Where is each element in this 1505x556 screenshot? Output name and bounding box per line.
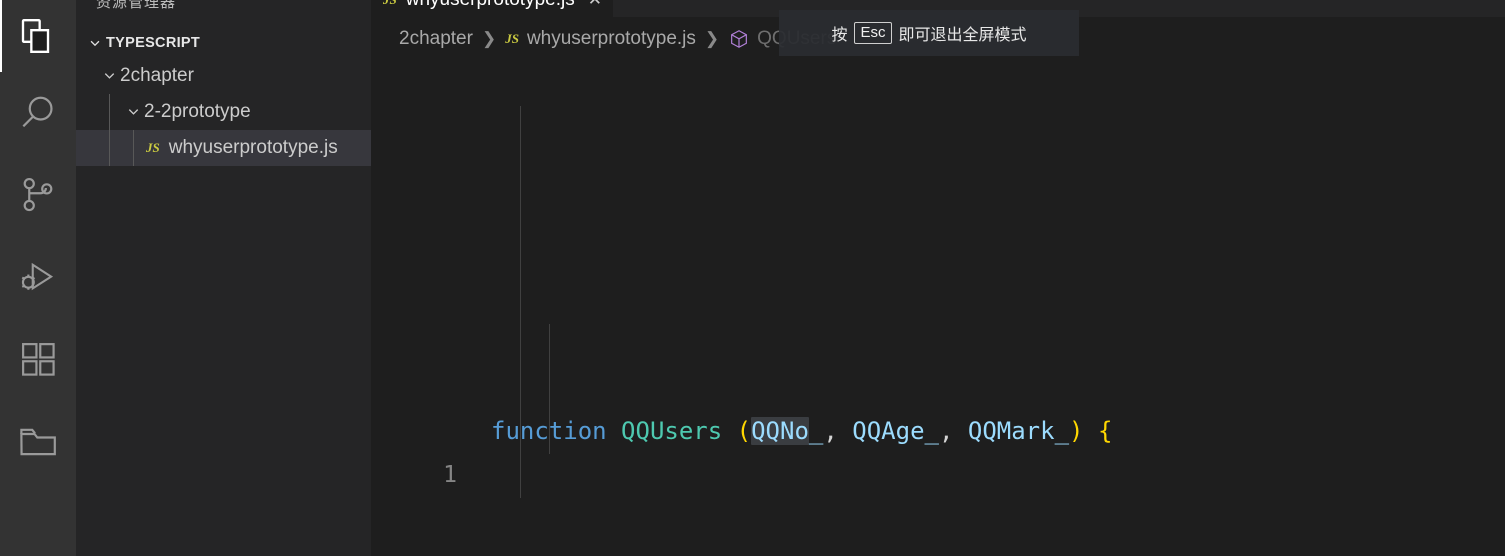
close-icon[interactable]: ✕ (588, 0, 602, 8)
fullscreen-hint-suffix: 即可退出全屏模式 (898, 27, 1027, 44)
code-line: 1 function QQUsers (QQNo_, QQAge_, QQMar… (371, 410, 1505, 488)
js-file-icon: JS (505, 31, 519, 46)
indent-guide (133, 130, 134, 166)
sidebar-header: 资源管理器 ··· (76, 0, 371, 16)
tree-item-label: 2-2prototype (144, 101, 251, 122)
files-icon (18, 16, 58, 56)
code-editor-content[interactable]: 1 function QQUsers (QQNo_, QQAge_, QQMar… (371, 62, 1505, 556)
chevron-down-icon (122, 101, 144, 123)
fullscreen-hint-overlay: 按 Esc 即可退出全屏模式 (779, 10, 1079, 56)
breadcrumb-label: 2chapter (399, 28, 473, 49)
breadcrumb-label: whyuserprototype.js (526, 28, 696, 49)
explorer-sidebar: 资源管理器 ··· TYPESCRIPT 2chapter (76, 0, 371, 556)
activity-item-run-debug[interactable] (0, 236, 76, 318)
sidebar-header-title: 资源管理器 (96, 0, 177, 11)
sidebar-more-actions-icon[interactable]: ··· (332, 0, 353, 6)
activity-item-explorer[interactable] (0, 0, 76, 72)
symbol-class-icon (728, 28, 750, 50)
editor-tab-label: whyuserprototype.js (406, 0, 575, 11)
editor-area: JS whyuserprototype.js ✕ 2chapter ❯ JS w… (371, 0, 1505, 556)
run-debug-icon (17, 256, 59, 298)
activity-item-extensions[interactable] (0, 318, 76, 400)
breadcrumb: 2chapter ❯ JS whyuserprototype.js ❯ QQUs… (399, 28, 836, 50)
indent-guide (109, 130, 110, 166)
extensions-icon (17, 338, 59, 380)
activity-bar (0, 0, 76, 556)
breadcrumb-item-folder[interactable]: 2chapter (399, 28, 473, 50)
vscode-window: 资源管理器 ··· TYPESCRIPT 2chapter (0, 0, 1505, 556)
tree-item-2chapter[interactable]: 2chapter (76, 58, 371, 94)
esc-key-badge: Esc (854, 21, 892, 45)
editor-tab-whyuserprototype-js[interactable]: JS whyuserprototype.js ✕ (371, 0, 613, 17)
tree-item-label: 2chapter (120, 65, 194, 86)
activity-item-search[interactable] (0, 72, 76, 154)
line-number: 1 (443, 461, 457, 488)
chevron-down-icon (84, 35, 106, 51)
tree-item-whyuserprototype-js[interactable]: JS whyuserprototype.js (76, 130, 371, 166)
js-file-icon: JS (383, 0, 397, 8)
chevron-right-icon: ❯ (704, 29, 720, 48)
chevron-right-icon: ❯ (481, 29, 497, 48)
explorer-section-typescript[interactable]: TYPESCRIPT (76, 28, 371, 58)
activity-item-remote-folder[interactable] (0, 400, 76, 482)
fullscreen-hint-prefix: 按 (831, 27, 848, 44)
tree-item-2-2prototype[interactable]: 2-2prototype (76, 94, 371, 130)
git-branch-icon (17, 174, 59, 216)
indent-guide (109, 94, 110, 130)
explorer-section-label: TYPESCRIPT (106, 35, 201, 51)
folder-icon (17, 420, 59, 462)
search-icon (17, 92, 59, 134)
js-file-icon: JS (146, 140, 160, 155)
activity-item-source-control[interactable] (0, 154, 76, 236)
tree-item-label: whyuserprototype.js (168, 137, 338, 158)
code-line-text: function QQUsers (QQNo_, QQAge_, QQMark_… (491, 417, 1113, 445)
chevron-down-icon (98, 65, 120, 87)
breadcrumb-item-file[interactable]: JS whyuserprototype.js (505, 28, 696, 50)
